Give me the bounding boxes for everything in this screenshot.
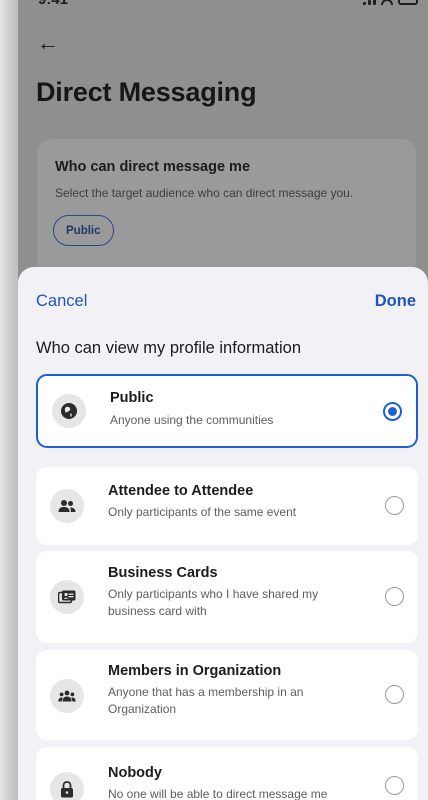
people-icon <box>50 489 84 523</box>
status-icons <box>363 0 418 5</box>
screen: 9:41 ← Direct Messaging Who can direct m… <box>18 0 428 800</box>
audience-pill[interactable]: Public <box>53 215 114 246</box>
status-time: 9:41 <box>38 0 68 8</box>
radio-unselected[interactable] <box>385 776 404 795</box>
group-icon <box>50 679 84 713</box>
bottom-sheet: Cancel Done Who can view my profile info… <box>18 267 428 800</box>
back-arrow-icon[interactable]: ← <box>37 30 59 56</box>
page-title: Direct Messaging <box>36 77 257 107</box>
option-description: No one will be able to direct message me <box>108 787 328 800</box>
option-public[interactable]: Public Anyone using the communities <box>36 374 418 448</box>
globe-icon <box>52 394 86 428</box>
option-description: Only participants who I have shared my b… <box>108 587 319 618</box>
option-attendee-to-attendee[interactable]: Attendee to Attendee Only participants o… <box>36 467 418 545</box>
sheet-title: Who can view my profile information <box>36 339 302 357</box>
direct-message-card: Who can direct message me Select the tar… <box>37 139 416 275</box>
business-card-icon <box>50 580 84 614</box>
option-nobody[interactable]: Nobody No one will be able to direct mes… <box>36 747 418 800</box>
option-label: Nobody <box>108 765 162 781</box>
option-description: Only participants of the same event <box>108 505 297 519</box>
option-members-in-organization[interactable]: Members in Organization Anyone that has … <box>36 650 418 740</box>
battery-icon <box>398 0 418 5</box>
device-bezel <box>0 0 18 800</box>
lock-icon <box>50 772 84 800</box>
radio-unselected[interactable] <box>385 496 404 515</box>
done-button[interactable]: Done <box>375 292 416 311</box>
option-label: Business Cards <box>108 565 218 581</box>
option-business-cards[interactable]: Business Cards Only participants who I h… <box>36 551 418 643</box>
card-heading: Who can direct message me <box>55 159 251 175</box>
wifi-icon <box>381 0 393 5</box>
cancel-button[interactable]: Cancel <box>36 292 87 311</box>
radio-selected[interactable] <box>383 402 402 421</box>
signal-icon <box>363 0 376 5</box>
option-label: Attendee to Attendee <box>108 483 254 499</box>
radio-unselected[interactable] <box>385 587 404 606</box>
radio-unselected[interactable] <box>385 685 404 704</box>
card-description: Select the target audience who can direc… <box>55 186 354 200</box>
option-label: Members in Organization <box>108 663 282 679</box>
phone-frame: 9:41 ← Direct Messaging Who can direct m… <box>0 0 428 800</box>
option-label: Public <box>110 390 154 406</box>
option-description: Anyone using the communities <box>110 413 274 427</box>
option-description: Anyone that has a membership in an Organ… <box>108 685 304 716</box>
